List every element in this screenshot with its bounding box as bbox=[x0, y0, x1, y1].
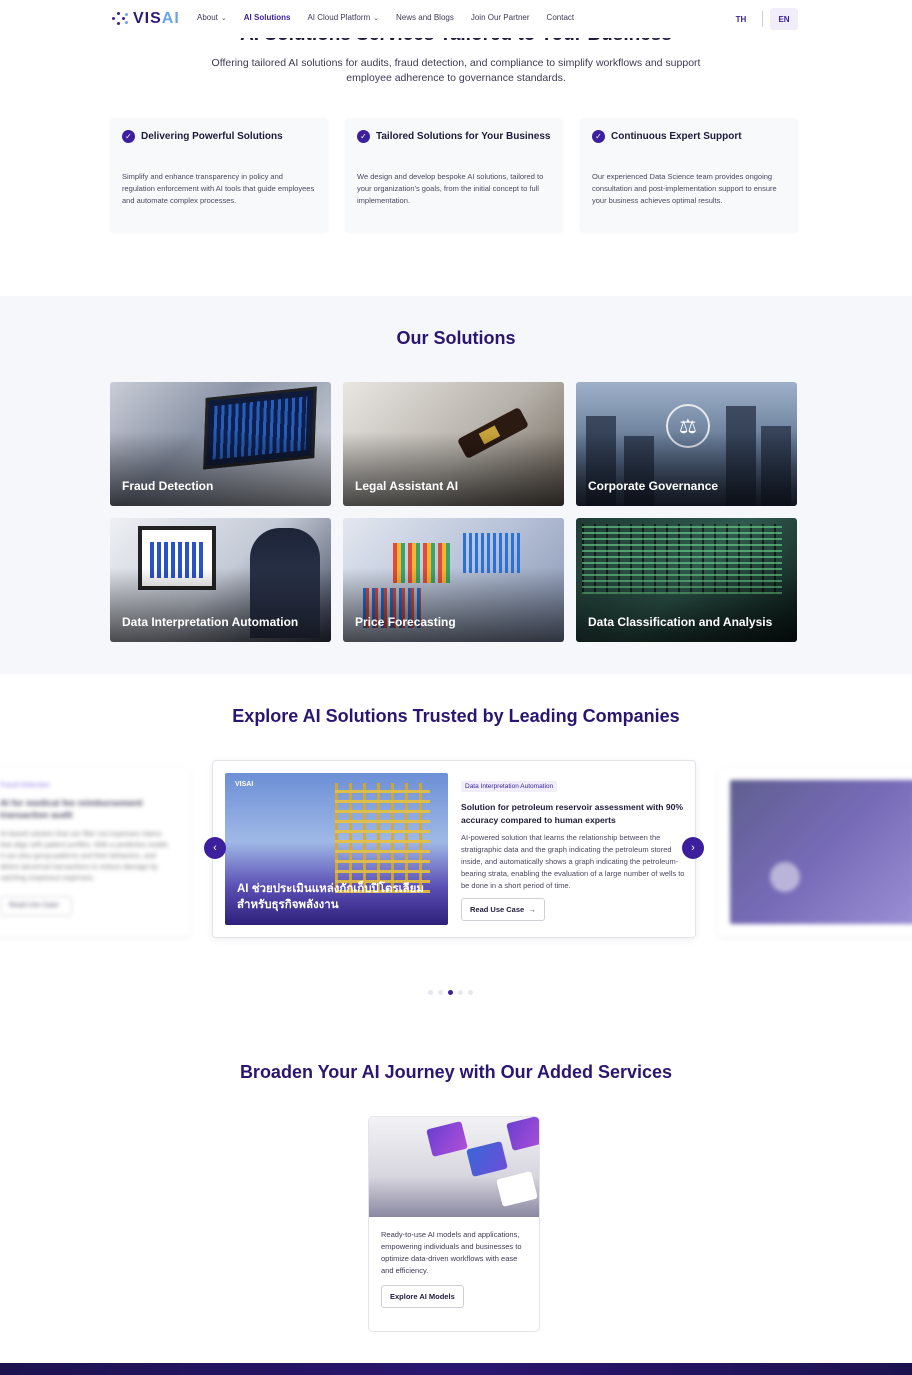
feature-header: ✓ Tailored Solutions for Your Business bbox=[357, 130, 551, 143]
nav-link-ai-solutions[interactable]: AI Solutions bbox=[244, 13, 291, 22]
use-case-carousel: Fraud Detection AI for medical fee reimb… bbox=[0, 760, 912, 938]
explore-ai-models-button[interactable]: Explore AI Models bbox=[381, 1285, 464, 1308]
chevron-down-icon: ⌄ bbox=[220, 14, 227, 22]
hero-subtitle: Offering tailored AI solutions for audit… bbox=[211, 57, 701, 84]
nav-link-label: About bbox=[197, 13, 218, 22]
page: VISAI About ⌄ AI Solutions AI Cloud Platfor… bbox=[0, 0, 912, 1375]
check-circle-icon: ✓ bbox=[122, 130, 135, 143]
nav-link-label: Join Our Partner bbox=[470, 13, 530, 22]
explore-title: Explore AI Solutions Trusted by Leading … bbox=[232, 706, 680, 726]
case-description: AI-powered solution that learns the rela… bbox=[461, 833, 685, 890]
solution-label: Fraud Detection bbox=[122, 479, 214, 493]
solutions-grid: Fraud Detection Legal Assistant AI ⚖ Cor… bbox=[110, 382, 798, 642]
logo-text: VISAI bbox=[133, 10, 180, 27]
solution-card-legal-assistant[interactable]: Legal Assistant AI bbox=[343, 382, 564, 506]
carousel-pagination bbox=[428, 990, 473, 995]
solutions-section: Our Solutions Fraud Detection Legal Assi… bbox=[0, 296, 912, 674]
solution-label: Legal Assistant AI bbox=[355, 479, 459, 493]
nav-link-label: News and Blogs bbox=[396, 13, 454, 22]
check-circle-icon: ✓ bbox=[357, 130, 370, 143]
nav-link-about[interactable]: About ⌄ bbox=[197, 13, 227, 22]
carousel-next-button[interactable]: › bbox=[682, 837, 704, 859]
nav-link-label: AI Solutions bbox=[243, 13, 291, 22]
feature-card: ✓ Tailored Solutions for Your Business We … bbox=[345, 118, 563, 232]
solution-label: Data Classification and Analysis bbox=[588, 615, 773, 629]
carousel-dot[interactable] bbox=[458, 990, 463, 995]
footer-band bbox=[0, 1363, 912, 1375]
next-case-image bbox=[730, 780, 912, 924]
ai-models-image bbox=[369, 1117, 539, 1217]
nav-links: About ⌄ AI Solutions AI Cloud Platform ⌄ News… bbox=[197, 13, 591, 22]
case-image-caption: AI ช่วยประเมินแหล่งกักเก็บปิโตรเลียม สำห… bbox=[237, 883, 424, 911]
carousel-card-active: VISAI AI ช่วยประเมินแหล่งกักเก็บปิโตรเลี… bbox=[212, 760, 696, 938]
carousel-dot[interactable] bbox=[438, 990, 443, 995]
solution-label: Corporate Governance bbox=[588, 479, 719, 493]
lang-th-button[interactable]: TH bbox=[730, 8, 752, 30]
arrow-right-icon: → bbox=[528, 905, 536, 914]
feature-title: Delivering Powerful Solutions bbox=[141, 131, 283, 142]
nav-link-join-our-partner[interactable]: Join Our Partner bbox=[471, 13, 530, 22]
read-use-case-button[interactable]: Read Use Case → bbox=[461, 898, 545, 921]
solution-label: Data Interpretation Automation bbox=[122, 615, 299, 629]
carousel-card-previous[interactable]: Fraud Detection AI for medical fee reimb… bbox=[0, 768, 190, 936]
visai-logo[interactable]: VISAI bbox=[112, 10, 180, 28]
button-label: Read Use Case bbox=[470, 905, 525, 914]
solution-card-corporate-governance[interactable]: ⚖ Corporate Governance bbox=[576, 382, 797, 506]
lang-divider bbox=[762, 11, 763, 27]
carousel-dot[interactable] bbox=[468, 990, 473, 995]
case-title: Solution for petroleum reservoir assessm… bbox=[461, 802, 684, 825]
feature-header: ✓ Continuous Expert Support bbox=[592, 130, 786, 143]
nav-link-news-and-blogs[interactable]: News and Blogs bbox=[396, 13, 454, 22]
carousel-dot[interactable] bbox=[428, 990, 433, 995]
logo-dots-icon bbox=[112, 11, 128, 27]
oil-rig-image bbox=[335, 783, 430, 893]
feature-card: ✓ Delivering Powerful Solutions Simplify a… bbox=[110, 118, 328, 232]
feature-header: ✓ Delivering Powerful Solutions bbox=[122, 130, 316, 143]
case-image-logo: VISAI bbox=[235, 781, 254, 788]
feature-description: Our experienced Data Science team provid… bbox=[592, 172, 777, 205]
carousel-prev-button[interactable]: ‹ bbox=[204, 837, 226, 859]
nav-link-label: AI Cloud Platform bbox=[307, 13, 371, 22]
feature-description: We design and develop bespoke AI solutio… bbox=[357, 172, 544, 205]
feature-description: Simplify and enhance transparency in pol… bbox=[122, 172, 315, 205]
nav-link-ai-cloud-platform[interactable]: AI Cloud Platform ⌄ bbox=[307, 13, 379, 22]
solution-card-data-interpretation[interactable]: Data Interpretation Automation bbox=[110, 518, 331, 642]
case-image: VISAI AI ช่วยประเมินแหล่งกักเก็บปิโตรเลี… bbox=[225, 773, 448, 925]
nav-link-contact[interactable]: Contact bbox=[547, 13, 575, 22]
feature-title: Tailored Solutions for Your Business bbox=[376, 131, 551, 142]
feature-cards: ✓ Delivering Powerful Solutions Simplify a… bbox=[110, 118, 798, 232]
solution-card-price-forecasting[interactable]: Price Forecasting bbox=[343, 518, 564, 642]
check-circle-icon: ✓ bbox=[592, 130, 605, 143]
feature-title: Continuous Expert Support bbox=[611, 131, 742, 142]
top-navigation: VISAI About ⌄ AI Solutions AI Cloud Platfor… bbox=[0, 0, 912, 38]
solution-card-data-classification[interactable]: Data Classification and Analysis bbox=[576, 518, 797, 642]
carousel-card-next[interactable] bbox=[718, 768, 912, 936]
nav-link-label: Contact bbox=[546, 13, 575, 22]
ai-models-card: Ready-to-use AI models and applications,… bbox=[368, 1116, 540, 1332]
chevron-down-icon: ⌄ bbox=[373, 14, 380, 22]
solution-card-fraud-detection[interactable]: Fraud Detection bbox=[110, 382, 331, 506]
lang-en-button[interactable]: EN bbox=[770, 8, 798, 30]
solutions-title: Our Solutions bbox=[396, 328, 516, 348]
feature-card: ✓ Continuous Expert Support Our experience… bbox=[580, 118, 798, 232]
ai-models-description: Ready-to-use AI models and applications,… bbox=[381, 1230, 522, 1275]
services-title: Broaden Your AI Journey with Our Added S… bbox=[239, 1062, 673, 1082]
carousel-dot[interactable] bbox=[448, 990, 453, 995]
case-category-tag: Data Interpretation Automation bbox=[461, 781, 558, 792]
solution-label: Price Forecasting bbox=[355, 615, 456, 629]
case-body: Data Interpretation Automation Solution … bbox=[461, 775, 685, 921]
